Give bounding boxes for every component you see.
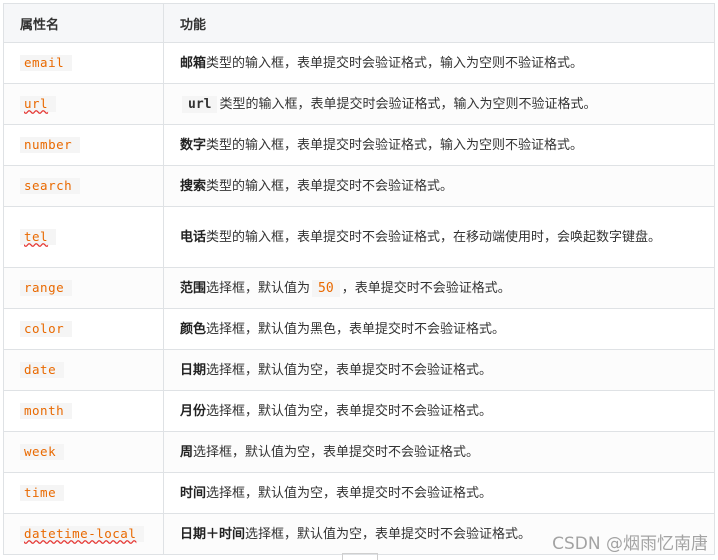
description-text: 选择框，默认值为空，表单提交时不会验证格式。 [206,362,493,378]
table-header-row: 属性名 功能 [3,3,715,43]
table-row: number 数字类型的输入框，表单提交时会验证格式，输入为空则不验证格式。 [3,124,715,166]
description-text: 选择框，默认值为空，表单提交时不会验证格式。 [206,403,493,419]
table-row: month 月份选择框，默认值为空，表单提交时不会验证格式。 [3,390,715,432]
table-row: search 搜索类型的输入框，表单提交时不会验证格式。 [3,165,715,207]
table-row: email 邮箱类型的输入框，表单提交时会验证格式，输入为空则不验证格式。 [3,42,715,84]
description-text: 类型的输入框，表单提交时不会验证格式。 [206,178,454,194]
description-text: 选择框，默认值为黑色，表单提交时不会验证格式。 [206,321,506,337]
attribute-name-code: time [20,485,65,501]
description-text: 类型的输入框，表单提交时会验证格式，输入为空则不验证格式。 [206,55,584,71]
attribute-name-code: month [20,403,73,419]
attribute-name-code: search [20,178,81,194]
description-text: 选择框，默认值为空，表单提交时不会验证格式。 [206,485,493,501]
table-row: url url 类型的输入框，表单提交时会验证格式，输入为空则不验证格式。 [3,83,715,125]
attribute-name-code: email [20,55,73,71]
description-keyword: 颜色 [180,321,207,337]
description-keyword: 邮箱 [180,55,207,71]
attribute-name-code: datetime-local [20,526,145,542]
attribute-cell: date [3,349,164,391]
attribute-cell: time [3,472,164,514]
table-row: week 周选择框，默认值为空，表单提交时不会验证格式。 [3,431,715,473]
table-row: date 日期选择框，默认值为空，表单提交时不会验证格式。 [3,349,715,391]
attribute-name-code: url [20,96,57,112]
description-cell: 周选择框，默认值为空，表单提交时不会验证格式。 [163,431,715,473]
attribute-cell: number [3,124,164,166]
description-cell: 时间选择框，默认值为空，表单提交时不会验证格式。 [163,472,715,514]
description-text: 类型的输入框，表单提交时会验证格式，输入为空则不验证格式。 [219,96,597,112]
attribute-name-code: range [20,280,73,296]
attribute-name-code: week [20,444,65,460]
description-text: 选择框，默认值为空，表单提交时不会验证格式。 [193,444,480,460]
description-keyword: 时间 [180,485,207,501]
attribute-cell: range [3,267,164,309]
attributes-table-container: 属性名 功能 email 邮箱类型的输入框，表单提交时会验证格式，输入为空则不验… [3,3,715,555]
attribute-cell: search [3,165,164,207]
description-inline-number: 50 [312,279,340,297]
attribute-cell: datetime-local [3,513,164,555]
description-keyword: 日期＋时间 [180,526,246,542]
description-text: 类型的输入框，表单提交时不会验证格式，在移动端使用时，会唤起数字键盘。 [206,229,662,245]
attribute-name-code: date [20,362,65,378]
description-cell: 颜色选择框，默认值为黑色，表单提交时不会验证格式。 [163,308,715,350]
description-keyword: 数字 [180,137,207,153]
table-row: range 范围选择框，默认值为 50 ，表单提交时不会验证格式。 [3,267,715,309]
description-keyword: 搜索 [180,178,207,194]
description-text: 选择框，默认值为空，表单提交时不会验证格式。 [245,526,532,542]
description-text: 类型的输入框，表单提交时会验证格式，输入为空则不验证格式。 [206,137,584,153]
description-cell: 搜索类型的输入框，表单提交时不会验证格式。 [163,165,715,207]
description-keyword: 电话 [180,229,207,245]
description-cell: 电话类型的输入框，表单提交时不会验证格式，在移动端使用时，会唤起数字键盘。 [163,206,715,268]
description-cell: 邮箱类型的输入框，表单提交时会验证格式，输入为空则不验证格式。 [163,42,715,84]
attribute-cell: color [3,308,164,350]
description-inline-code: url [182,95,218,113]
attribute-cell: month [3,390,164,432]
description-text: ，表单提交时不会验证格式。 [341,280,511,296]
watermark: CSDN @烟雨忆南唐 [552,534,708,554]
description-cell: 日期选择框，默认值为空，表单提交时不会验证格式。 [163,349,715,391]
input-type-attributes-table: 属性名 功能 email 邮箱类型的输入框，表单提交时会验证格式，输入为空则不验… [3,3,715,555]
attribute-cell: week [3,431,164,473]
attribute-cell: tel [3,206,164,268]
table-row: time 时间选择框，默认值为空，表单提交时不会验证格式。 [3,472,715,514]
description-cell: 月份选择框，默认值为空，表单提交时不会验证格式。 [163,390,715,432]
header-function: 功能 [163,3,715,43]
attribute-name-code: number [20,137,81,153]
attribute-cell: url [3,83,164,125]
table-row: color 颜色选择框，默认值为黑色，表单提交时不会验证格式。 [3,308,715,350]
description-cell: 数字类型的输入框，表单提交时会验证格式，输入为空则不验证格式。 [163,124,715,166]
description-keyword: 周 [180,444,194,460]
description-keyword: 日期 [180,362,207,378]
description-text: 选择框，默认值为 [206,280,311,296]
scroll-indicator [342,553,378,560]
attribute-name-code: tel [20,229,57,245]
table-row: tel 电话类型的输入框，表单提交时不会验证格式，在移动端使用时，会唤起数字键盘… [3,206,715,268]
description-keyword: 范围 [180,280,207,296]
attribute-name-code: color [20,321,73,337]
description-keyword: 月份 [180,403,207,419]
header-attribute-name: 属性名 [3,3,164,43]
description-cell: url 类型的输入框，表单提交时会验证格式，输入为空则不验证格式。 [163,83,715,125]
attribute-cell: email [3,42,164,84]
description-cell: 范围选择框，默认值为 50 ，表单提交时不会验证格式。 [163,267,715,309]
